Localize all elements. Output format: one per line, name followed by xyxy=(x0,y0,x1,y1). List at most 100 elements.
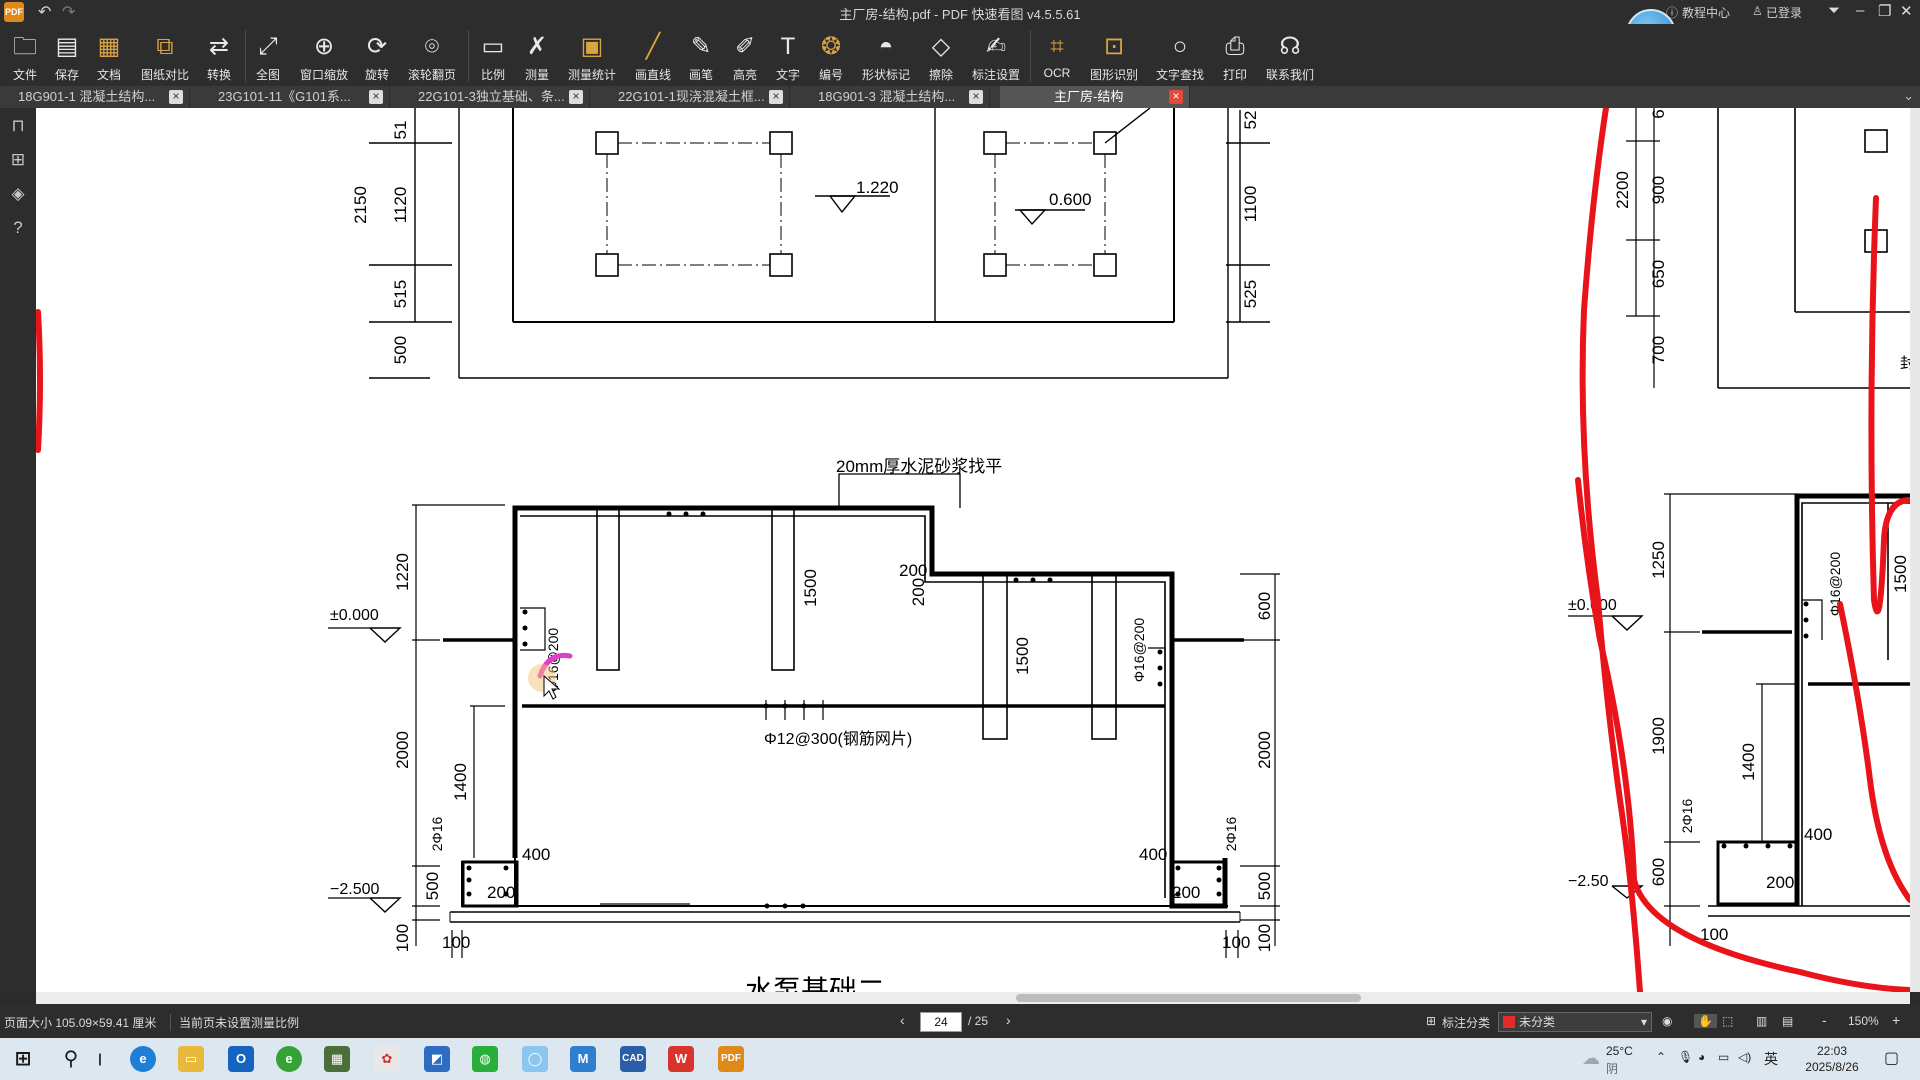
dim-label: 100 xyxy=(442,933,470,952)
drawing-canvas[interactable]: 51 1120 515 500 2150 52 1100 525 1.220 0… xyxy=(36,108,1910,992)
tool-draw-line[interactable]: ╱ 画直线 xyxy=(628,32,678,83)
zoom-level[interactable]: 150% xyxy=(1848,1014,1879,1028)
single-page-icon[interactable]: ▥ xyxy=(1756,1014,1767,1028)
tool-shape-mark[interactable]: ◓ 形状标记 xyxy=(858,32,914,83)
tab-document-3[interactable]: 22G101-3独立基础、条... × xyxy=(400,86,590,108)
mortar-note: 20mm厚水泥砂浆找平 xyxy=(836,457,1002,476)
search-icon[interactable]: ⚲ xyxy=(58,1046,84,1072)
ie-browser-icon[interactable]: e xyxy=(276,1046,302,1072)
mail-app-icon[interactable]: M xyxy=(570,1046,596,1072)
scroll-thumb[interactable] xyxy=(1016,994,1361,1002)
page-number-input[interactable]: 24 xyxy=(920,1012,962,1032)
tool-convert[interactable]: ⇄ 转换 xyxy=(194,32,244,83)
clock-time[interactable]: 22:03 xyxy=(1800,1044,1864,1058)
file-explorer-icon[interactable]: ▭ xyxy=(178,1046,204,1072)
dim-label: 1400 xyxy=(1739,743,1758,781)
red-markup[interactable] xyxy=(36,108,1910,992)
annotation-category-select[interactable]: 未分类 ▾ xyxy=(1498,1012,1652,1032)
hand-tool-icon[interactable]: ✋ xyxy=(1694,1014,1717,1028)
tool-compare[interactable]: ⧉ 图纸对比 xyxy=(138,32,192,83)
tool-print[interactable]: ⎙ 打印 xyxy=(1210,32,1260,83)
tool-window-zoom[interactable]: ⊕ 窗口缩放 xyxy=(296,32,352,83)
ime-indicator[interactable]: 英 xyxy=(1764,1049,1778,1069)
tab-document-4[interactable]: 22G101-1现浇混凝土框... × xyxy=(600,86,790,108)
select-tool-icon[interactable]: ⬚ xyxy=(1722,1014,1733,1028)
tool-annotation-settings[interactable]: ✍ 标注设置 xyxy=(968,32,1024,83)
tool-rotate[interactable]: ⟳ 旋转 xyxy=(352,32,402,83)
tab-document-1[interactable]: 18G901-1 混凝土结构... × xyxy=(0,86,190,108)
outlook-icon[interactable]: O xyxy=(228,1046,254,1072)
menu-dropdown-icon[interactable]: ⏷ xyxy=(1828,2,1840,19)
login-status[interactable]: 已登录 xyxy=(1766,4,1802,21)
tool-shape-recognition[interactable]: ⊡ 图形识别 xyxy=(1086,32,1142,83)
vertical-scrollbar[interactable] xyxy=(1910,108,1920,992)
eye-icon[interactable]: ◉ xyxy=(1662,1014,1672,1028)
user-icon[interactable]: ♙ xyxy=(1752,4,1763,18)
app-icon[interactable]: ✿ xyxy=(374,1046,400,1072)
clock-date[interactable]: 2025/8/26 xyxy=(1792,1060,1872,1074)
tab-list-chevron-icon[interactable]: ⌄ xyxy=(1903,88,1914,104)
wps-icon[interactable]: W xyxy=(668,1046,694,1072)
thumbnails-icon[interactable]: ⊞ xyxy=(8,150,28,170)
pdf-viewer-icon[interactable]: PDF xyxy=(718,1046,744,1072)
zoom-in-button[interactable]: + xyxy=(1892,1012,1900,1028)
photos-icon[interactable]: ◩ xyxy=(424,1046,450,1072)
help-icon[interactable]: ? xyxy=(8,218,28,238)
tool-document[interactable]: ▦ 文档 xyxy=(84,32,134,83)
cad-app-icon[interactable]: CAD xyxy=(620,1046,646,1072)
task-view-icon[interactable]: | xyxy=(96,1046,104,1072)
tool-erase[interactable]: ◇ 擦除 xyxy=(916,32,966,83)
tool-ocr[interactable]: ⌗ OCR xyxy=(1032,32,1082,80)
tool-measure[interactable]: ✗ 测量 xyxy=(512,32,562,83)
bookmark-icon[interactable]: ⊓ xyxy=(8,116,28,136)
weather-icon[interactable]: ☁ xyxy=(1582,1048,1600,1069)
tab-close-icon[interactable]: × xyxy=(369,90,383,104)
tool-wheel-page[interactable]: ⌾ 滚轮翻页 xyxy=(404,32,460,83)
chat-app-icon[interactable]: ◯ xyxy=(522,1046,548,1072)
microphone-icon[interactable]: 🎙 xyxy=(1678,1050,1693,1064)
prev-page-icon[interactable]: ‹ xyxy=(900,1012,905,1028)
volume-icon[interactable]: ◁) xyxy=(1738,1050,1751,1064)
calculator-icon[interactable]: ▦ xyxy=(324,1046,350,1072)
tab-close-icon[interactable]: × xyxy=(569,90,583,104)
minimize-icon[interactable]: – xyxy=(1856,2,1864,19)
rebar-label: 2Φ16 xyxy=(1223,817,1239,852)
close-icon[interactable]: ✕ xyxy=(1900,2,1913,20)
scale-note[interactable]: 当前页未设置测量比例 xyxy=(170,1014,299,1031)
tab-close-icon[interactable]: × xyxy=(169,90,183,104)
help-center-link[interactable]: 教程中心 xyxy=(1682,4,1730,21)
horizontal-scrollbar[interactable] xyxy=(36,992,1910,1004)
tray-chevron-icon[interactable]: ⌃ xyxy=(1656,1050,1666,1064)
tool-text-search[interactable]: ○ 文字查找 xyxy=(1152,32,1208,83)
tab-close-icon[interactable]: × xyxy=(969,90,983,104)
tab-document-2[interactable]: 23G101-11《G101系... × xyxy=(200,86,390,108)
main-toolbar: 🗀 文件 ▤ 保存 ▦ 文档 ⧉ 图纸对比 ⇄ 转换 ⤢ 全图 ⊕ 窗口缩放 ⟳ 旋转 ⌾ 滚轮翻… xyxy=(0,24,1920,86)
notification-icon[interactable]: ▢ xyxy=(1884,1048,1899,1068)
security-icon[interactable]: ◕ xyxy=(1698,1050,1705,1064)
tab-close-icon[interactable]: × xyxy=(769,90,783,104)
next-page-icon[interactable]: › xyxy=(1006,1012,1011,1028)
network-icon[interactable]: ▭ xyxy=(1718,1050,1729,1064)
restore-icon[interactable]: ❐ xyxy=(1878,2,1891,20)
temperature[interactable]: 25°C xyxy=(1606,1044,1633,1058)
wechat-icon[interactable]: ◍ xyxy=(472,1046,498,1072)
tool-scale[interactable]: ▭ 比例 xyxy=(468,32,518,83)
layers-icon[interactable]: ◈ xyxy=(8,184,28,204)
tool-contact[interactable]: ☊ 联系我们 xyxy=(1262,32,1318,83)
tool-number[interactable]: ❂ 编号 xyxy=(806,32,856,83)
dim-label: 6 xyxy=(1649,109,1668,118)
tool-pen[interactable]: ✎ 画笔 xyxy=(676,32,726,83)
dim-label: 200 xyxy=(1766,873,1794,892)
chevron-down-icon: ▾ xyxy=(1640,1015,1647,1029)
edge-browser-icon[interactable]: e xyxy=(130,1046,156,1072)
dim-label: 100 xyxy=(393,924,412,952)
zoom-out-button[interactable]: - xyxy=(1822,1012,1827,1028)
windows-start-icon[interactable]: ⊞ xyxy=(10,1046,36,1072)
tab-document-5[interactable]: 18G901-3 混凝土结构... × xyxy=(800,86,990,108)
tab-close-icon[interactable]: × xyxy=(1169,90,1183,104)
tab-document-active[interactable]: 主厂房-结构 × xyxy=(1000,86,1190,108)
continuous-page-icon[interactable]: ▤ xyxy=(1782,1014,1793,1028)
rebar-label: 2Φ16 xyxy=(429,817,445,852)
tool-measure-stats[interactable]: ▣ 测量统计 xyxy=(564,32,620,83)
tool-fit-all[interactable]: ⤢ 全图 xyxy=(243,32,293,83)
